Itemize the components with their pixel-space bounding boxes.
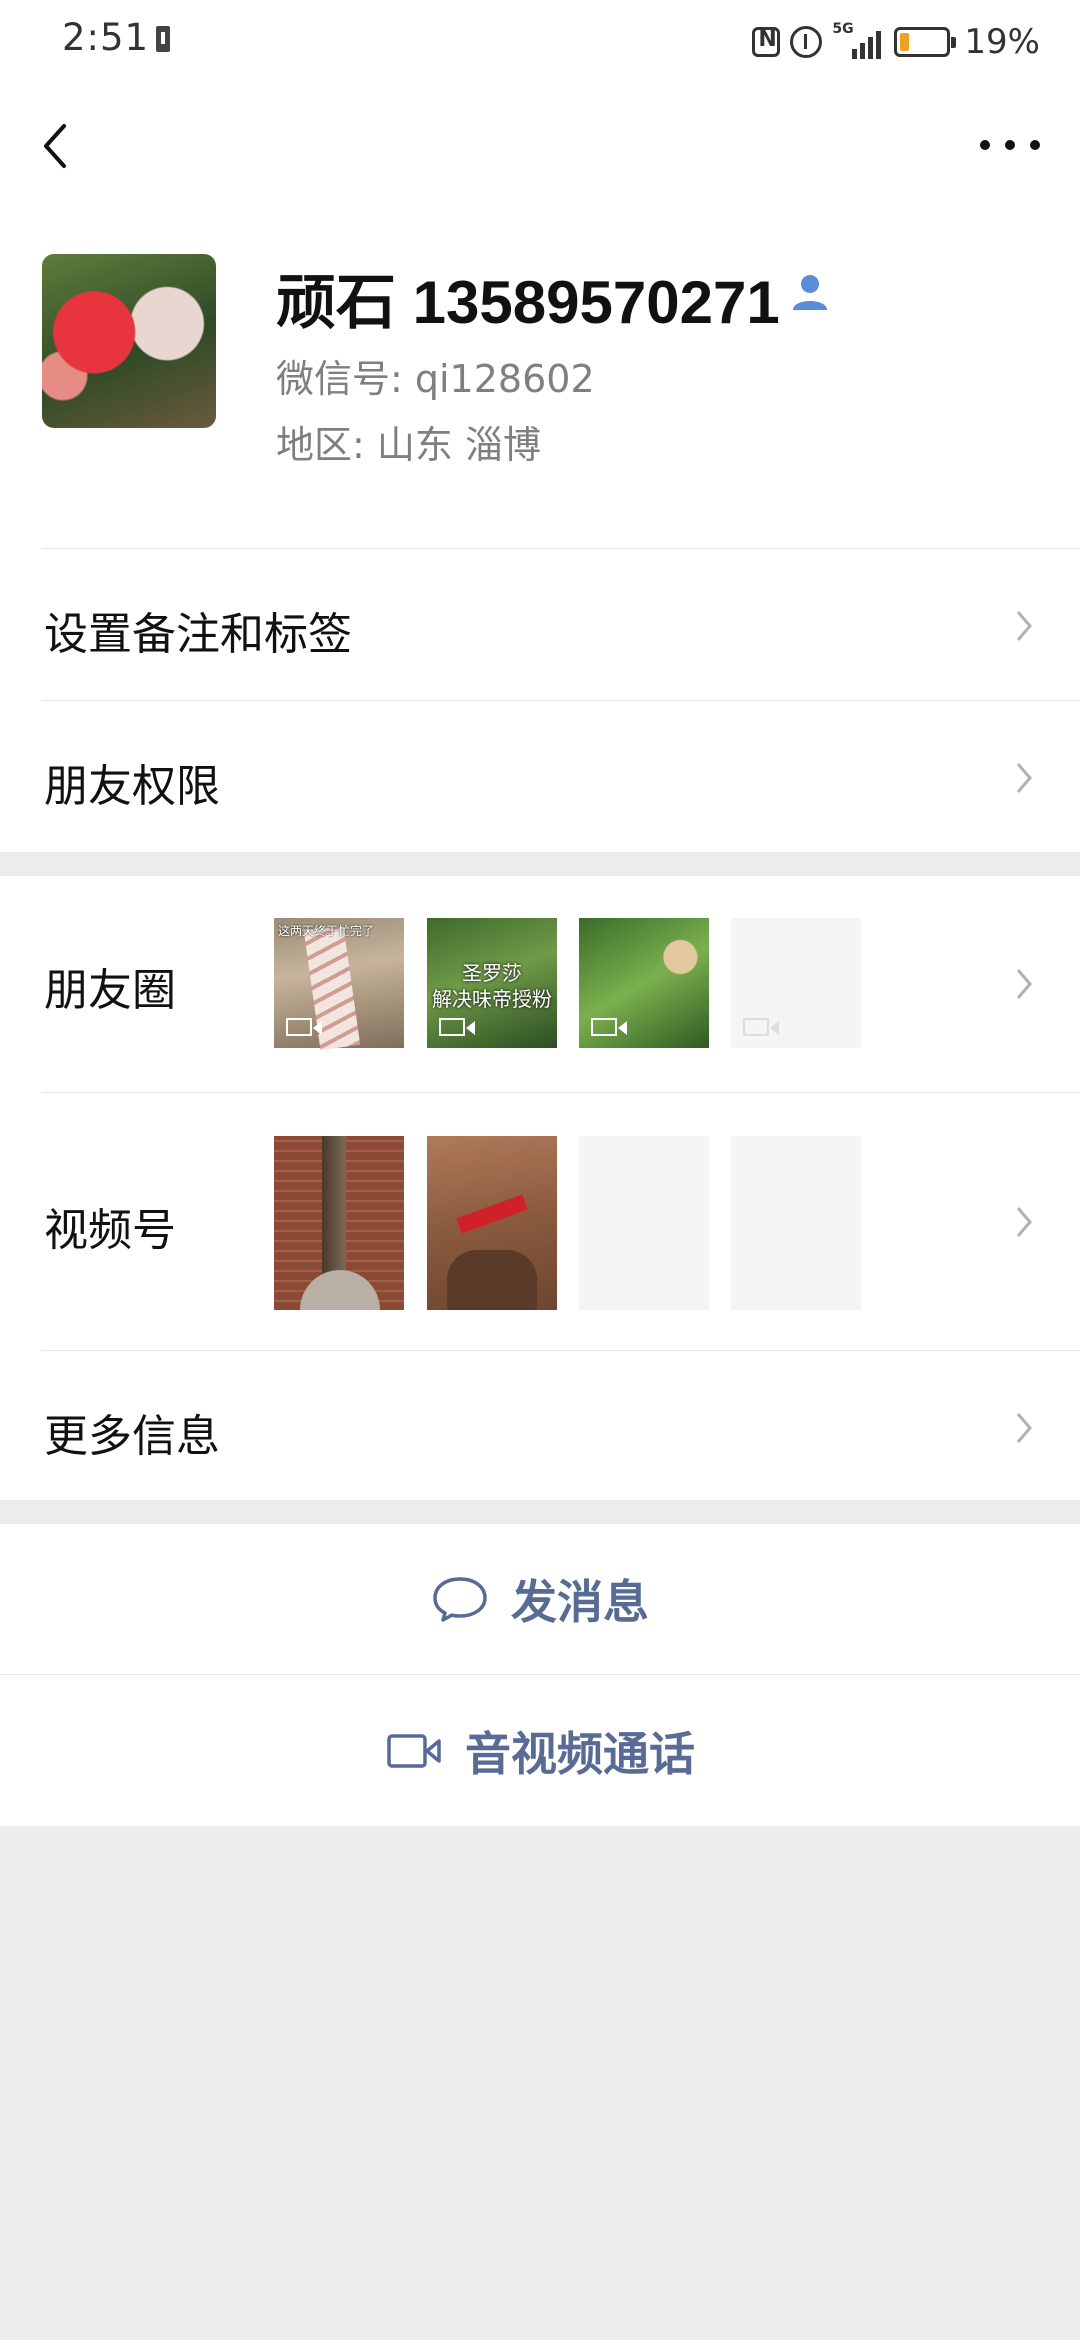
chevron-right-icon xyxy=(1016,969,1032,999)
battery-percent: 19% xyxy=(964,22,1040,62)
video-icon xyxy=(286,1018,322,1036)
video-camera-icon xyxy=(387,1734,441,1768)
thumbnail-caption: 这两天终于忙完了 xyxy=(278,924,375,938)
chevron-right-icon xyxy=(1016,1207,1032,1237)
moments-thumbnail xyxy=(731,918,861,1048)
remark-tags-row[interactable]: 设置备注和标签 xyxy=(0,550,1080,700)
signal-icon: 5G xyxy=(832,21,884,59)
video-icon xyxy=(439,1018,475,1036)
moments-thumbnail: 这两天终于忙完了 xyxy=(274,918,404,1051)
profile-header-area: 2:51 5G 19% xyxy=(0,0,1080,852)
status-bar: 2:51 5G 19% xyxy=(0,0,1080,84)
moments-label: 朋友圈 xyxy=(44,965,176,1016)
video-icon xyxy=(743,1018,779,1036)
moments-thumbnail xyxy=(579,918,709,1048)
more-info-row[interactable]: 更多信息 xyxy=(0,1352,1080,1500)
divider xyxy=(42,700,1080,701)
send-message-button[interactable]: 发消息 xyxy=(0,1524,1080,1674)
back-arrow-icon[interactable] xyxy=(36,118,76,174)
divider xyxy=(42,1350,1080,1351)
avatar[interactable] xyxy=(42,254,216,428)
sim-icon xyxy=(156,26,170,52)
remark-tags-label: 设置备注和标签 xyxy=(44,609,352,660)
chevron-right-icon xyxy=(1016,1413,1032,1443)
video-icon xyxy=(591,1018,627,1036)
channels-thumbnail xyxy=(274,1136,404,1310)
divider xyxy=(42,1092,1080,1093)
chat-bubble-icon xyxy=(433,1577,487,1622)
status-time: 2:51 xyxy=(62,16,150,59)
chevron-right-icon xyxy=(1016,611,1032,641)
network-type-label: 5G xyxy=(832,21,854,37)
status-icons: 5G 19% xyxy=(752,18,1040,66)
wechat-id: 微信号: qi128602 xyxy=(276,357,595,401)
region: 地区: 山东 淄博 xyxy=(276,423,541,467)
contact-name: 顽石 13589570271 xyxy=(276,269,780,336)
friend-permissions-label: 朋友权限 xyxy=(44,761,220,812)
divider xyxy=(42,548,1080,549)
channels-row[interactable]: 视频号 xyxy=(0,1094,1080,1350)
moments-row[interactable]: 朋友圈 这两天终于忙完了 圣罗莎 解决味帝授粉 xyxy=(0,876,1080,1092)
actions-section: 发消息 音视频通话 xyxy=(0,1524,1080,1826)
alarm-icon xyxy=(790,26,823,58)
more-info-label: 更多信息 xyxy=(44,1411,220,1462)
battery-icon xyxy=(894,27,957,57)
channels-thumbnail xyxy=(427,1136,557,1310)
channels-thumbnail xyxy=(579,1136,709,1310)
friend-permissions-row[interactable]: 朋友权限 xyxy=(0,702,1080,852)
contact-profile-page: 2:51 5G 19% xyxy=(0,0,1080,2340)
thumbnail-caption: 圣罗莎 解决味帝授粉 xyxy=(432,961,552,1011)
av-call-button[interactable]: 音视频通话 xyxy=(0,1676,1080,1826)
more-options-icon[interactable] xyxy=(980,130,1040,160)
chevron-right-icon xyxy=(1016,763,1032,793)
channels-thumbnail xyxy=(731,1136,861,1310)
send-message-label: 发消息 xyxy=(511,1575,649,1629)
channels-label: 视频号 xyxy=(44,1205,176,1256)
av-call-label: 音视频通话 xyxy=(465,1727,695,1781)
moments-thumbnail: 圣罗莎 解决味帝授粉 xyxy=(427,918,557,1048)
contact-person-icon xyxy=(793,275,827,310)
content-section: 朋友圈 这两天终于忙完了 圣罗莎 解决味帝授粉 视频号 更多信息 xyxy=(0,876,1080,1500)
divider xyxy=(0,1674,1080,1675)
nfc-icon xyxy=(752,27,781,57)
